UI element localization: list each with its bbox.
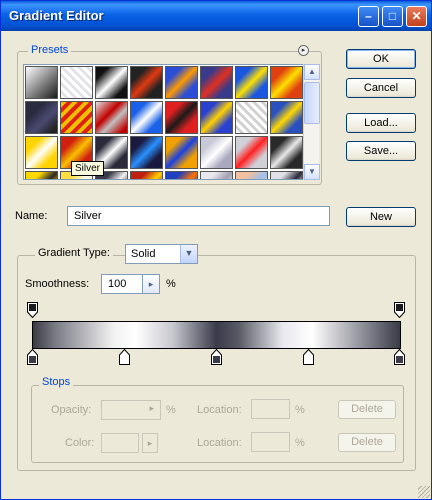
window-title: Gradient Editor bbox=[9, 8, 104, 23]
color-location-input[interactable] bbox=[251, 432, 290, 452]
smoothness-input[interactable]: 100 bbox=[101, 274, 143, 294]
minimize-button[interactable]: – bbox=[358, 6, 379, 27]
name-label: Name: bbox=[15, 210, 48, 222]
presets-list[interactable] bbox=[23, 64, 304, 180]
preset-swatch[interactable] bbox=[95, 101, 128, 134]
cancel-button[interactable]: Cancel bbox=[346, 78, 416, 98]
opacity-arrow-icon[interactable]: ▸ bbox=[149, 403, 154, 414]
swatch-grid bbox=[25, 66, 303, 179]
opacity-location-input[interactable] bbox=[251, 399, 290, 419]
delete-color-stop-button[interactable]: Delete bbox=[338, 433, 396, 452]
color-location-unit: % bbox=[295, 437, 305, 449]
presets-menu-icon[interactable]: ▸ bbox=[298, 45, 309, 56]
title-bar[interactable]: Gradient Editor – □ ✕ bbox=[1, 1, 431, 31]
smoothness-label: Smoothness: bbox=[25, 278, 90, 290]
preset-swatch[interactable] bbox=[165, 136, 198, 169]
gradient-type-value: Solid bbox=[131, 248, 156, 260]
preset-swatch[interactable] bbox=[25, 66, 58, 99]
opacity-stop-right[interactable] bbox=[394, 302, 405, 318]
stops-legend: Stops bbox=[39, 376, 74, 388]
delete-opacity-stop-button[interactable]: Delete bbox=[338, 400, 396, 419]
color-stop-5[interactable] bbox=[394, 349, 405, 365]
preset-swatch[interactable] bbox=[235, 171, 268, 179]
color-arrow-glyph: ▸ bbox=[147, 438, 153, 448]
preset-swatch[interactable] bbox=[25, 171, 58, 179]
preset-swatch[interactable] bbox=[200, 101, 233, 134]
preset-swatch[interactable] bbox=[200, 66, 233, 99]
color-stop-2[interactable] bbox=[119, 349, 130, 365]
ok-button[interactable]: OK bbox=[346, 49, 416, 69]
scroll-down-icon[interactable]: ▼ bbox=[304, 164, 320, 180]
preset-swatch[interactable] bbox=[270, 136, 303, 169]
gradient-preview-bar[interactable] bbox=[32, 321, 401, 349]
opacity-unit: % bbox=[166, 404, 176, 416]
preset-swatch[interactable] bbox=[270, 101, 303, 134]
preset-swatch[interactable] bbox=[165, 101, 198, 134]
opacity-input[interactable]: ▸ bbox=[101, 400, 161, 420]
preset-swatch[interactable] bbox=[130, 136, 163, 169]
preset-swatch[interactable] bbox=[235, 66, 268, 99]
close-button[interactable]: ✕ bbox=[406, 6, 427, 27]
presets-legend: Presets bbox=[28, 44, 72, 56]
preset-swatch[interactable] bbox=[235, 101, 268, 134]
save-button[interactable]: Save... bbox=[346, 141, 416, 161]
color-stop-3[interactable] bbox=[211, 349, 222, 365]
maximize-button[interactable]: □ bbox=[382, 6, 403, 27]
preset-swatch[interactable] bbox=[60, 101, 93, 134]
preset-swatch[interactable] bbox=[95, 66, 128, 99]
smoothness-arrow-icon[interactable]: ▸ bbox=[142, 274, 160, 294]
preset-swatch[interactable] bbox=[235, 136, 268, 169]
preset-swatch[interactable] bbox=[165, 66, 198, 99]
preset-swatch[interactable] bbox=[165, 171, 198, 179]
chevron-down-icon[interactable]: ▼ bbox=[180, 245, 197, 263]
preset-swatch[interactable] bbox=[270, 171, 303, 179]
preset-swatch[interactable] bbox=[130, 66, 163, 99]
color-swatch[interactable] bbox=[101, 433, 139, 453]
smoothness-unit: % bbox=[166, 278, 176, 290]
presets-scrollbar[interactable]: ▲ ▼ bbox=[303, 64, 320, 180]
gradient-editor-window: Gradient Editor – □ ✕ Presets ▸ ▲ ▼ Silv… bbox=[0, 0, 432, 500]
preset-swatch[interactable] bbox=[25, 101, 58, 134]
color-stop-1[interactable] bbox=[27, 349, 38, 365]
preset-swatch[interactable] bbox=[25, 136, 58, 169]
preset-swatch[interactable] bbox=[60, 66, 93, 99]
color-arrow-icon[interactable]: ▸ bbox=[142, 433, 158, 453]
name-input[interactable]: Silver bbox=[67, 206, 330, 226]
gradient-type-label: Gradient Type: bbox=[35, 247, 113, 259]
opacity-label: Opacity: bbox=[51, 404, 92, 416]
gradient-type-select[interactable]: Solid ▼ bbox=[125, 244, 198, 264]
scroll-up-icon[interactable]: ▲ bbox=[304, 64, 320, 80]
load-button[interactable]: Load... bbox=[346, 113, 416, 133]
resize-grip-icon[interactable] bbox=[418, 486, 430, 498]
preset-swatch[interactable] bbox=[130, 171, 163, 179]
new-button[interactable]: New bbox=[346, 207, 416, 227]
preset-swatch[interactable] bbox=[200, 171, 233, 179]
opacity-location-unit: % bbox=[295, 404, 305, 416]
preset-tooltip: Silver bbox=[71, 161, 105, 176]
color-stop-4[interactable] bbox=[303, 349, 314, 365]
preset-swatch[interactable] bbox=[200, 136, 233, 169]
preset-swatch[interactable] bbox=[130, 101, 163, 134]
color-label: Color: bbox=[65, 437, 95, 449]
scroll-thumb[interactable] bbox=[304, 82, 320, 124]
opacity-location-label: Location: bbox=[197, 404, 242, 416]
color-location-label: Location: bbox=[197, 437, 242, 449]
preset-swatch[interactable] bbox=[270, 66, 303, 99]
opacity-stop-left[interactable] bbox=[27, 302, 38, 318]
